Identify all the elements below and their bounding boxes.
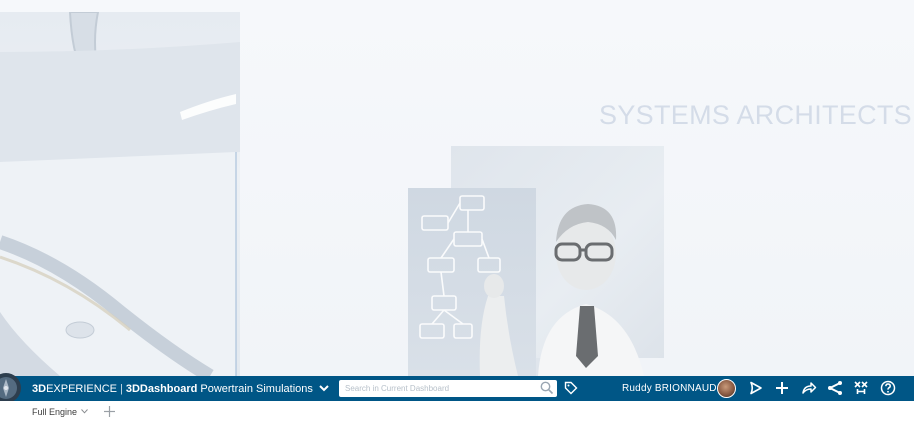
chevron-down-icon[interactable] [81, 409, 88, 414]
tag-icon[interactable] [564, 381, 578, 395]
search-input[interactable] [339, 380, 557, 397]
add-icon[interactable] [774, 380, 790, 396]
share-icon[interactable] [801, 380, 817, 396]
brand-separator: | [119, 382, 123, 395]
tab-full-engine[interactable]: Full Engine [32, 401, 88, 422]
app-name: Dashboard [139, 382, 198, 395]
notifications-icon[interactable] [748, 380, 764, 396]
car-image [0, 12, 240, 376]
app-3d: 3D [125, 382, 140, 395]
user-name[interactable]: Ruddy BRIONNAUD [622, 376, 717, 401]
top-bar: 3D EXPERIENCE | 3D Dashboard Powertrain … [0, 373, 914, 404]
dashboard-title[interactable]: Powertrain Simulations [200, 383, 313, 395]
brand-experience: EXPERIENCE [46, 382, 117, 395]
help-icon[interactable] [880, 380, 896, 396]
add-tab-icon[interactable] [103, 405, 116, 418]
tab-bar: Full Engine [0, 401, 914, 422]
social-icon[interactable] [827, 380, 843, 396]
tagline-text: SYSTEMS ARCHITECTS [599, 100, 912, 130]
brand-title: 3D EXPERIENCE | 3D Dashboard Powertrain … [32, 376, 329, 401]
apps-icon[interactable] [853, 380, 869, 396]
tab-label: Full Engine [32, 406, 78, 417]
search-icon[interactable] [540, 381, 554, 395]
brand-3d: 3D [32, 382, 47, 395]
car-illustration [0, 12, 240, 376]
architect-illustration [419, 195, 644, 376]
compass-icon[interactable] [0, 373, 22, 404]
avatar[interactable] [717, 379, 736, 398]
chevron-down-icon[interactable] [319, 385, 329, 392]
dashboard-background: SYSTEMS ARCHITECTS [0, 0, 914, 376]
